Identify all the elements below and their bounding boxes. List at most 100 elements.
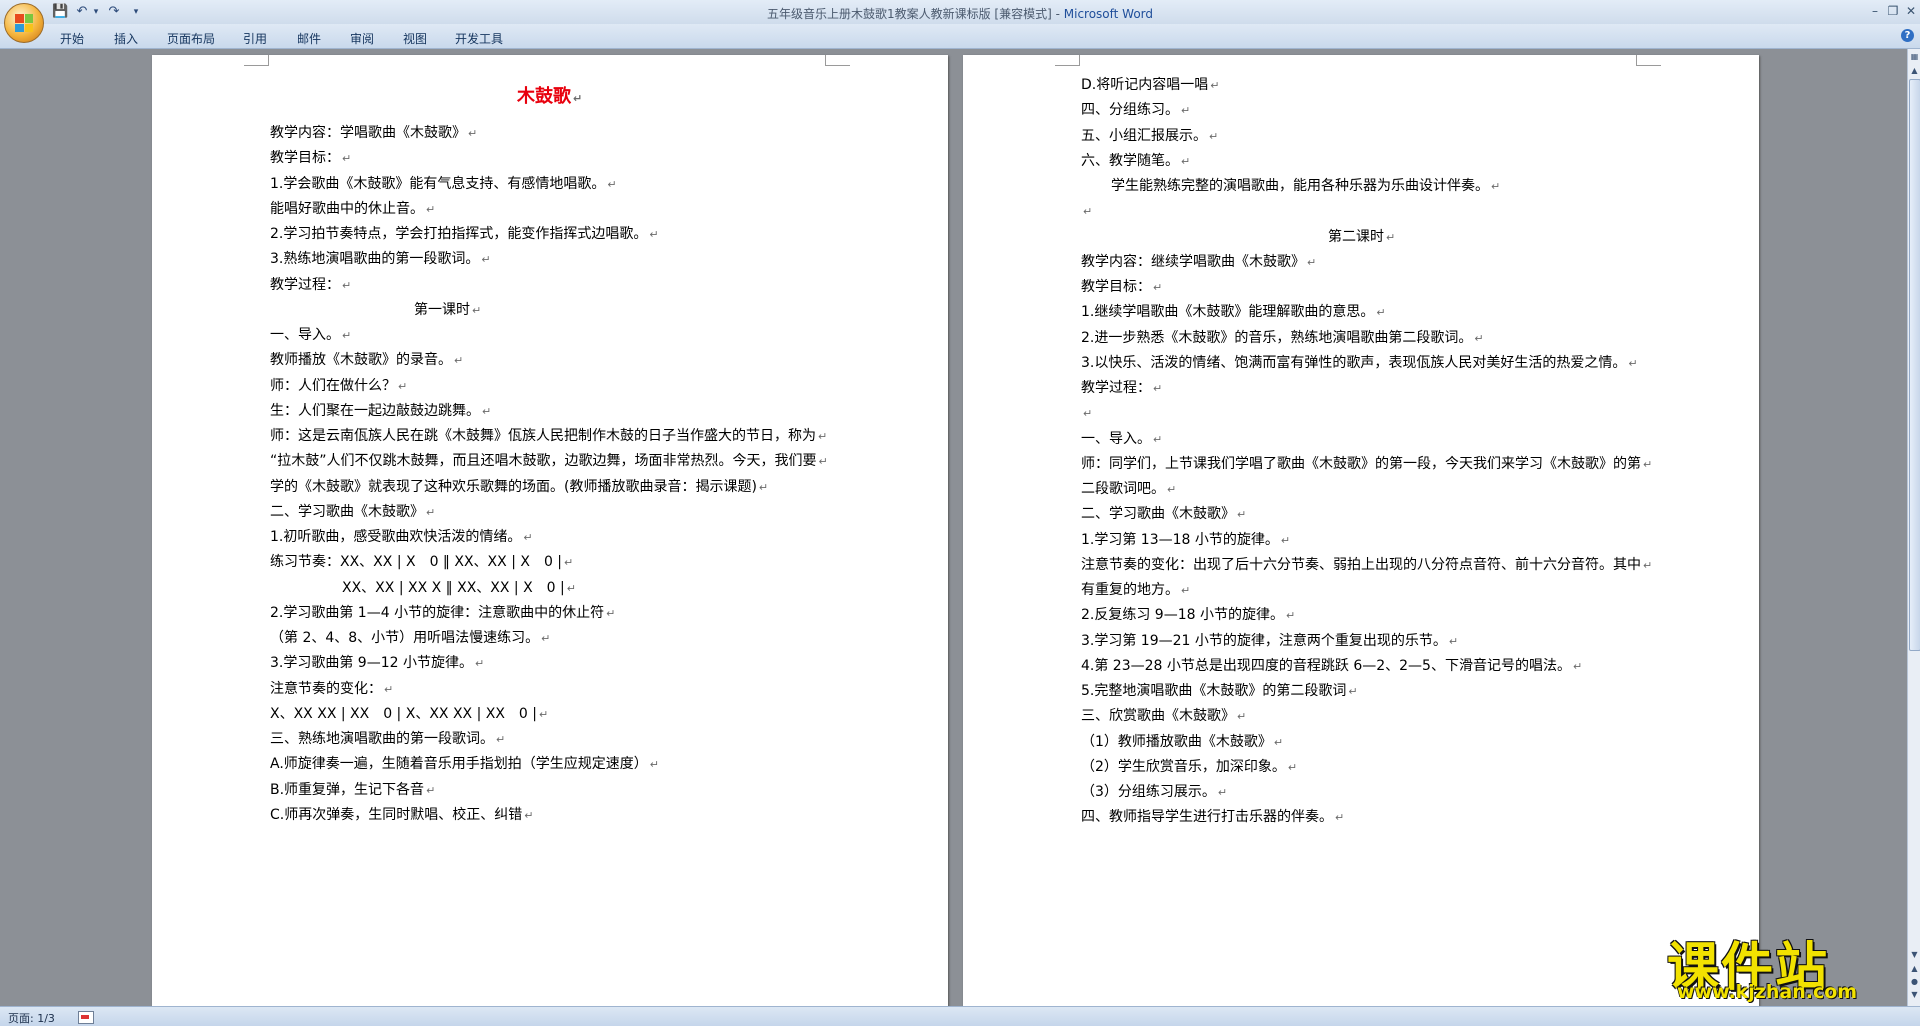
- paragraph-mark-icon: ↵: [342, 152, 352, 166]
- text-line: 练习节奏：XX、XX | X 0 ‖ XX、XX | X 0 | ↵: [270, 554, 574, 571]
- text-line: 1.学习第 13—18 小节的旋律。 ↵: [1081, 531, 1291, 548]
- document-heading: 木鼓歌 ↵: [517, 86, 583, 107]
- office-logo-icon: [15, 14, 33, 32]
- window-title: 五年级音乐上册木鼓歌1教案人教新课标版 [兼容模式] - Microsoft W…: [0, 5, 1920, 22]
- text-line: （3）分组练习展示。 ↵: [1081, 784, 1228, 800]
- paragraph-mark-icon: ↵: [758, 480, 769, 494]
- proofing-icon[interactable]: [78, 1011, 94, 1024]
- scrollbar-thumb[interactable]: [1909, 79, 1920, 651]
- tab-home[interactable]: 开始: [60, 30, 84, 47]
- scroll-down-icon[interactable]: ▼: [1909, 949, 1920, 960]
- paragraph-mark-icon: ↵: [523, 531, 533, 544]
- text-line: 一、导入。 ↵: [1081, 430, 1163, 447]
- text-line: 四、教师指导学生进行打击乐器的伴奏。 ↵: [1081, 809, 1345, 826]
- tab-view[interactable]: 视图: [403, 30, 427, 47]
- paragraph-mark-icon: ↵: [1628, 356, 1638, 370]
- text-line: 教学目标： ↵: [270, 150, 352, 167]
- paragraph-mark-icon: ↵: [607, 177, 617, 191]
- paragraph-mark-icon: ↵: [384, 682, 394, 696]
- text-line: 第二课时 ↵: [1328, 228, 1396, 245]
- paragraph-mark-icon: ↵: [649, 758, 659, 772]
- tab-references[interactable]: 引用: [243, 30, 267, 47]
- undo-dropdown-icon[interactable]: ▾: [88, 4, 104, 20]
- tab-developer[interactable]: 开发工具: [455, 30, 503, 47]
- paragraph-mark-icon: ↵: [1083, 407, 1093, 421]
- paragraph-mark-icon: ↵: [1237, 710, 1247, 724]
- save-icon[interactable]: 💾: [52, 4, 68, 20]
- text-line: D.将听记内容唱一唱 ↵: [1081, 77, 1220, 93]
- paragraph-mark-icon: ↵: [481, 253, 491, 267]
- text-line: 5.完整地演唱歌曲《木鼓歌》的第二段歌词 ↵: [1081, 683, 1358, 699]
- text-line: 学的《木鼓歌》就表现了这种欢乐歌舞的场面。(教师播放歌曲录音：揭示课题) ↵: [270, 478, 769, 495]
- paragraph-mark-icon: ↵: [1273, 735, 1284, 749]
- paragraph-mark-icon: ↵: [1153, 382, 1163, 395]
- paragraph-mark-icon: ↵: [496, 733, 506, 746]
- paragraph-mark-icon: ↵: [566, 581, 576, 595]
- document-area[interactable]: 木鼓歌 ↵ 教学内容：学唱歌曲《木鼓歌》 ↵ 教学目标： ↵ 1.学会歌曲《木鼓歌》能有气…: [0, 49, 1907, 1006]
- vertical-scrollbar[interactable]: ▦ ▲ ▼ ▲ ● ▼: [1907, 49, 1920, 1006]
- tab-insert[interactable]: 插入: [114, 30, 138, 47]
- text-line: 注意节奏的变化： ↵: [270, 680, 394, 697]
- paragraph-mark-icon: ↵: [1643, 457, 1653, 471]
- document-title: 五年级音乐上册木鼓歌1教案人教新课标版 [兼容模式] -: [766, 7, 1064, 21]
- browse-object-icon[interactable]: ●: [1909, 976, 1920, 987]
- margin-mark: [1055, 55, 1080, 66]
- paragraph-mark-icon: ↵: [1448, 634, 1459, 648]
- paragraph-mark-icon: ↵: [398, 379, 408, 393]
- paragraph-mark-icon: ↵: [524, 808, 534, 822]
- close-icon[interactable]: ✕: [1902, 3, 1920, 19]
- minimize-icon[interactable]: –: [1866, 3, 1884, 19]
- paragraph-mark-icon: ↵: [1210, 79, 1220, 92]
- paragraph-mark-icon: ↵: [539, 707, 549, 721]
- paragraph-mark-icon: ↵: [541, 632, 551, 645]
- text-line: 四、分组练习。 ↵: [1081, 102, 1191, 119]
- ruler-toggle-icon[interactable]: ▦: [1909, 51, 1920, 62]
- text-line: 2.学习拍节奏特点，学会打拍指挥式，能变作指挥式边唱歌。 ↵: [270, 226, 659, 242]
- paragraph-mark-icon: ↵: [649, 228, 659, 241]
- tab-page-layout[interactable]: 页面布局: [167, 30, 215, 47]
- tab-mailings[interactable]: 邮件: [297, 30, 321, 47]
- paragraph-mark-icon: ↵: [818, 455, 828, 469]
- paragraph-mark-icon: ↵: [342, 329, 352, 342]
- text-line: 生：人们聚在一起边敲鼓边跳舞。 ↵: [270, 402, 492, 419]
- paragraph-mark-icon: ↵: [1209, 129, 1219, 143]
- text-line: 1.初听歌曲，感受歌曲欢快活泼的情绪。 ↵: [270, 529, 533, 545]
- paragraph-mark-icon: ↵: [1083, 205, 1093, 219]
- paragraph-mark-icon: ↵: [472, 303, 482, 317]
- text-line: 二、学习歌曲《木鼓歌》 ↵: [1081, 506, 1247, 523]
- text-line: 三、熟练地演唱歌曲的第一段歌词。 ↵: [270, 731, 506, 747]
- text-line: 教学过程： ↵: [270, 276, 352, 293]
- text-line: 1.继续学唱歌曲《木鼓歌》能理解歌曲的意思。 ↵: [1081, 304, 1386, 321]
- next-page-icon[interactable]: ▼: [1909, 989, 1920, 1000]
- scroll-up-icon[interactable]: ▲: [1909, 65, 1920, 76]
- paragraph-mark-icon: ↵: [1348, 685, 1358, 698]
- page-1[interactable]: 木鼓歌 ↵ 教学内容：学唱歌曲《木鼓歌》 ↵ 教学目标： ↵ 1.学会歌曲《木鼓歌》能有气…: [152, 55, 948, 1006]
- paragraph-mark-icon: ↵: [426, 505, 436, 519]
- text-line: 师：同学们，上节课我们学唱了歌曲《木鼓歌》的第一段，今天我们来学习《木鼓歌》的第…: [1081, 455, 1653, 472]
- paragraph-mark-icon: ↵: [1491, 180, 1501, 193]
- margin-mark: [244, 55, 269, 66]
- text-line: （1）教师播放歌曲《木鼓歌》 ↵: [1081, 733, 1284, 750]
- text-line: （第 2、4、8、小节）用听唱法慢速练习。 ↵: [270, 630, 551, 646]
- office-button[interactable]: [4, 3, 44, 43]
- paragraph-mark-icon: ↵: [474, 657, 485, 671]
- restore-icon[interactable]: ❐: [1884, 3, 1902, 19]
- previous-page-icon[interactable]: ▲: [1909, 963, 1920, 974]
- text-line: 能唱好歌曲中的休止音。 ↵: [270, 200, 436, 217]
- paragraph-mark-icon: ↵: [818, 430, 828, 443]
- text-line: 3.以快乐、活泼的情绪、饱满而富有弹性的歌声，表现佤族人民对美好生活的热爱之情。…: [1081, 354, 1638, 371]
- page-count-status[interactable]: 页面: 1/3: [8, 1010, 55, 1026]
- paragraph-mark-icon: ↵: [606, 606, 616, 620]
- text-line: 师：这是云南佤族人民在跳《木鼓舞》佤族人民把制作木鼓的日子当作盛大的节日，称为 ↵: [270, 428, 828, 444]
- help-icon[interactable]: ?: [1901, 29, 1914, 42]
- text-line: 五、小组汇报展示。 ↵: [1081, 127, 1219, 144]
- redo-icon[interactable]: ↷: [106, 4, 122, 20]
- paragraph-mark-icon: ↵: [426, 202, 436, 216]
- paragraph-mark-icon: ↵: [1307, 255, 1317, 269]
- page-2[interactable]: D.将听记内容唱一唱 ↵ 四、分组练习。 ↵ 五、小组汇报展示。 ↵ 六、教学随笔。 ↵ 学生能…: [963, 55, 1759, 1006]
- text-line: 2.反复练习 9—18 小节的旋律。 ↵: [1081, 607, 1296, 624]
- paragraph-mark-icon: ↵: [1153, 281, 1163, 294]
- customize-qat-icon[interactable]: ▾: [128, 4, 144, 20]
- tab-review[interactable]: 审阅: [350, 30, 374, 47]
- text-line: ↵: [1081, 202, 1092, 221]
